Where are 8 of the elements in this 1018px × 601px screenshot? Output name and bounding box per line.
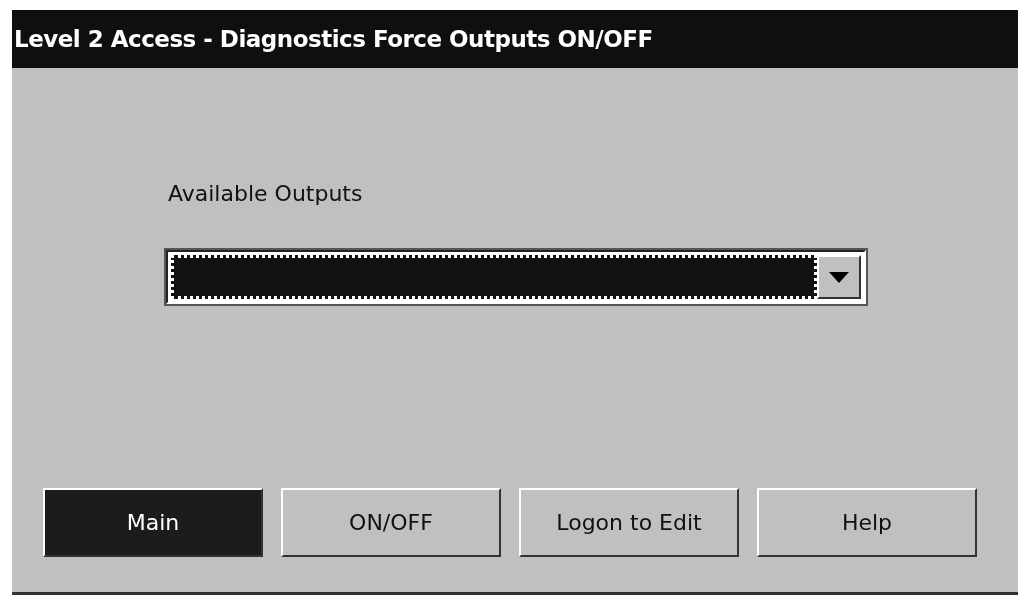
field-label: Available Outputs	[168, 181, 363, 206]
window-title: Level 2 Access - Diagnostics Force Outputs ON/OFF	[12, 10, 1018, 68]
nav-button[interactable]: Logon to Edit	[519, 488, 739, 557]
outputs-dropdown[interactable]	[166, 250, 866, 304]
dropdown-arrow-icon[interactable]	[829, 271, 849, 283]
nav-button[interactable]: Help	[757, 488, 977, 557]
nav-button[interactable]: ON/OFF	[281, 488, 501, 557]
nav-button[interactable]: Main	[43, 488, 263, 557]
